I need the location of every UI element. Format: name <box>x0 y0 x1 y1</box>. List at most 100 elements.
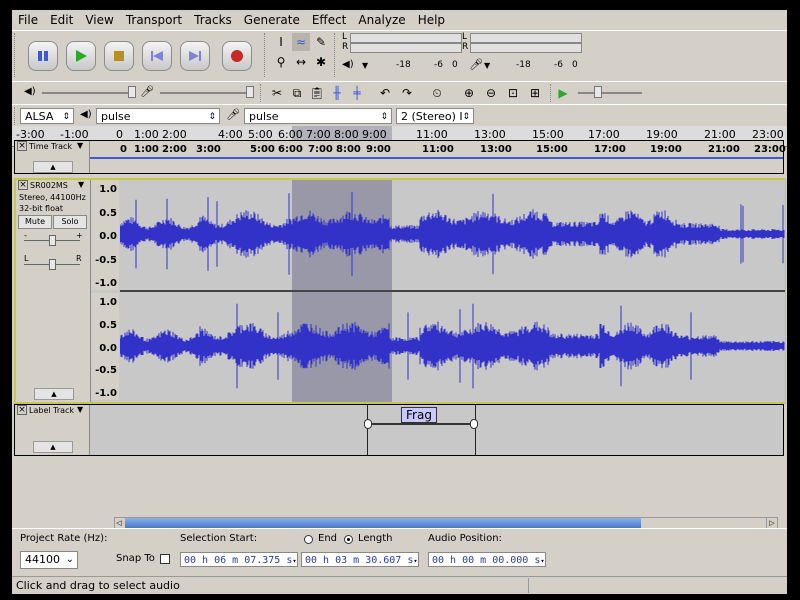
status-text: Click and drag to select audio <box>16 579 180 592</box>
play-speed-slider[interactable] <box>578 92 642 94</box>
stop-button[interactable] <box>104 41 134 71</box>
snap-to-checkbox[interactable] <box>160 554 170 564</box>
menu-item-transport[interactable]: Transport <box>120 10 188 30</box>
zoom-tool[interactable]: ⚲ <box>272 53 290 71</box>
audio-track[interactable]: × SR002MS ▼ Stereo, 44100Hz 32-bit float… <box>14 178 786 404</box>
close-icon[interactable]: × <box>18 180 28 190</box>
zoom-out-button[interactable]: ⊖ <box>482 84 500 102</box>
solo-button[interactable]: Solo <box>53 215 87 229</box>
skip-start-icon <box>151 51 163 61</box>
collapse-track-button[interactable]: ▲ <box>33 161 73 173</box>
fit-selection-button[interactable]: ⊡ <box>504 84 522 102</box>
meter-grip[interactable] <box>334 33 339 77</box>
slider-thumb[interactable] <box>594 86 602 98</box>
collapse-track-button[interactable]: ▲ <box>33 441 73 453</box>
menu-item-file[interactable]: File <box>12 10 44 30</box>
updown-icon: ⇕ <box>62 112 70 122</box>
play-button[interactable] <box>66 41 96 71</box>
length-radio[interactable] <box>344 535 353 544</box>
project-rate-select[interactable]: 44100 ⌄ <box>20 551 78 569</box>
recording-device-select[interactable]: pulse ⇕ <box>244 108 392 124</box>
dropdown-arrow-icon[interactable]: ▼ <box>484 61 490 70</box>
collapse-track-button[interactable]: ▲ <box>34 388 74 400</box>
time-track-tick-label: 0 <box>120 144 127 155</box>
selection-length-field[interactable]: 00 h 03 m 30.607 s▾ <box>301 552 419 567</box>
time-track-name[interactable]: Time Track <box>29 142 72 151</box>
channels-select[interactable]: 2 (Stereo) I ⇕ <box>396 108 474 124</box>
play-at-speed-button[interactable]: ▶ <box>554 84 572 102</box>
dropdown-arrow-icon[interactable]: ▼ <box>362 61 368 70</box>
scroll-left-button[interactable]: ◁ <box>115 518 123 528</box>
undo-button[interactable]: ↶ <box>376 84 394 102</box>
trim-button[interactable]: ╫ <box>328 84 346 102</box>
record-button[interactable] <box>222 41 252 71</box>
selection-start-field[interactable]: 00 h 06 m 07.375 s▾ <box>180 552 298 567</box>
record-meter-left[interactable] <box>470 33 582 43</box>
chevron-down-icon[interactable]: ▼ <box>77 141 83 150</box>
pause-button[interactable] <box>28 41 58 71</box>
label-track-area[interactable]: Frag <box>90 405 783 455</box>
label-text-box[interactable]: Frag <box>401 407 437 423</box>
close-icon[interactable]: × <box>17 405 27 415</box>
zoom-in-button[interactable]: ⊕ <box>460 84 478 102</box>
meter-tick: -6 <box>434 60 443 70</box>
dropdown-arrow-icon: ▾ <box>540 557 545 565</box>
pan-thumb[interactable] <box>49 259 56 270</box>
tools-grip[interactable] <box>264 33 269 77</box>
menu-item-view[interactable]: View <box>79 10 119 30</box>
label-right-handle[interactable] <box>470 419 478 429</box>
chevron-down-icon[interactable]: ▼ <box>77 405 83 414</box>
close-icon[interactable]: × <box>17 141 27 151</box>
audio-host-select[interactable]: ALSA ⇕ <box>20 108 74 124</box>
record-volume-slider[interactable] <box>160 92 250 94</box>
cut-button[interactable]: ✂ <box>268 84 286 102</box>
menu-item-tracks[interactable]: Tracks <box>188 10 238 30</box>
time-shift-tool[interactable]: ↔ <box>292 53 310 71</box>
menu-item-generate[interactable]: Generate <box>238 10 306 30</box>
device-grip[interactable] <box>14 107 19 125</box>
menu-item-effect[interactable]: Effect <box>306 10 353 30</box>
copy-button[interactable]: ⧉ <box>288 84 306 102</box>
menu-item-edit[interactable]: Edit <box>44 10 79 30</box>
slider-thumb[interactable] <box>128 86 136 98</box>
selection-tool[interactable]: I <box>272 33 290 51</box>
playback-device-select[interactable]: pulse ⇕ <box>96 108 220 124</box>
skip-to-start-button[interactable] <box>142 41 172 71</box>
waveform-display[interactable] <box>120 180 785 402</box>
playback-meter-left[interactable] <box>350 33 462 43</box>
meter-l-label: L <box>342 32 348 42</box>
audio-position-field[interactable]: 00 h 00 m 00.000 s▾ <box>428 552 546 567</box>
scrollbar-thumb[interactable] <box>125 518 641 528</box>
envelope-tool[interactable]: ≈ <box>292 33 310 51</box>
playback-meter-right[interactable] <box>350 43 462 53</box>
time-track[interactable]: × Time Track ▼ ▲ 0 1:00 2:00 3:00 5:00 6:00 7:… <box>14 140 786 174</box>
sync-lock-button[interactable]: ⏲ <box>428 84 446 102</box>
redo-button[interactable]: ↷ <box>398 84 416 102</box>
gain-thumb[interactable] <box>49 235 56 246</box>
paste-button[interactable]: 📋︎ <box>308 84 326 102</box>
slider-thumb[interactable] <box>246 86 254 98</box>
time-track-tick-label: 3:00 <box>196 144 221 155</box>
play-icon <box>76 50 87 62</box>
label-left-handle[interactable] <box>364 419 372 429</box>
label-track-name[interactable]: Label Track <box>29 406 74 415</box>
skip-to-end-button[interactable] <box>180 41 210 71</box>
multi-tool[interactable]: ✱ <box>312 53 330 71</box>
microphone-icon: 🎤︎ <box>140 85 154 98</box>
menu-item-help[interactable]: Help <box>412 10 451 30</box>
draw-tool[interactable]: ✎ <box>312 33 330 51</box>
mute-button[interactable]: Mute <box>18 215 52 229</box>
edit-grip[interactable] <box>260 84 265 102</box>
record-meter-right[interactable] <box>470 43 582 53</box>
fit-project-button[interactable]: ⊞ <box>526 84 544 102</box>
chevron-down-icon[interactable]: ▼ <box>78 180 84 189</box>
toolbar-grip[interactable] <box>14 33 19 77</box>
silence-button[interactable]: ╪ <box>348 84 366 102</box>
scroll-right-button[interactable]: ▷ <box>766 518 777 528</box>
pan-left-label: L <box>24 254 29 263</box>
playback-volume-slider[interactable] <box>42 92 132 94</box>
label-track[interactable]: × Label Track ▼ ▲ Frag <box>14 404 784 456</box>
audio-track-name[interactable]: SR002MS <box>30 181 68 190</box>
menu-item-analyze[interactable]: Analyze <box>352 10 411 30</box>
end-radio[interactable] <box>304 535 313 544</box>
